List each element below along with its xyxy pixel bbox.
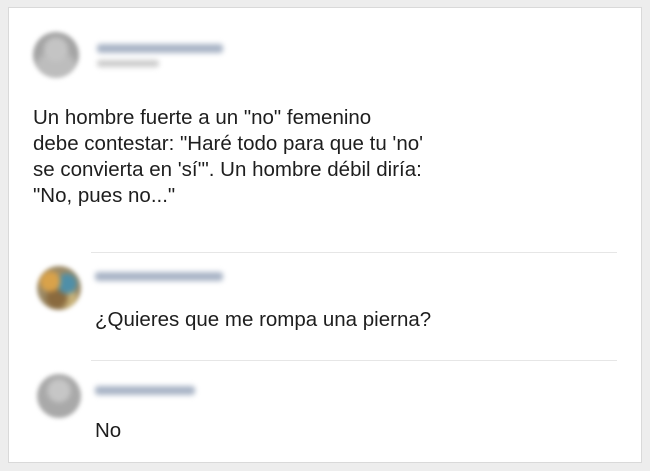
post-text-line: se convierta en 'sí'". Un hombre débil d… bbox=[33, 158, 422, 181]
divider bbox=[91, 360, 617, 361]
commenter-avatar[interactable] bbox=[37, 266, 81, 310]
author-avatar[interactable] bbox=[33, 32, 79, 78]
comment-text: No bbox=[95, 419, 122, 442]
post-card: Un hombre fuerte a un "no" femenino debe… bbox=[8, 7, 642, 463]
commenter-avatar[interactable] bbox=[37, 374, 81, 418]
author-name-blurred[interactable] bbox=[97, 44, 223, 53]
divider bbox=[91, 252, 617, 253]
post-text-line: debe contestar: "Haré todo para que tu '… bbox=[33, 132, 424, 155]
post-text-line: "No, pues no..." bbox=[33, 184, 176, 207]
comment-text: ¿Quieres que me rompa una pierna? bbox=[95, 308, 432, 331]
commenter-name-blurred[interactable] bbox=[95, 272, 223, 281]
commenter-name-blurred[interactable] bbox=[95, 386, 195, 395]
post-text-line: Un hombre fuerte a un "no" femenino bbox=[33, 106, 372, 129]
post-text: Un hombre fuerte a un "no" femenino debe… bbox=[33, 105, 593, 209]
post-meta-blurred bbox=[97, 60, 159, 67]
